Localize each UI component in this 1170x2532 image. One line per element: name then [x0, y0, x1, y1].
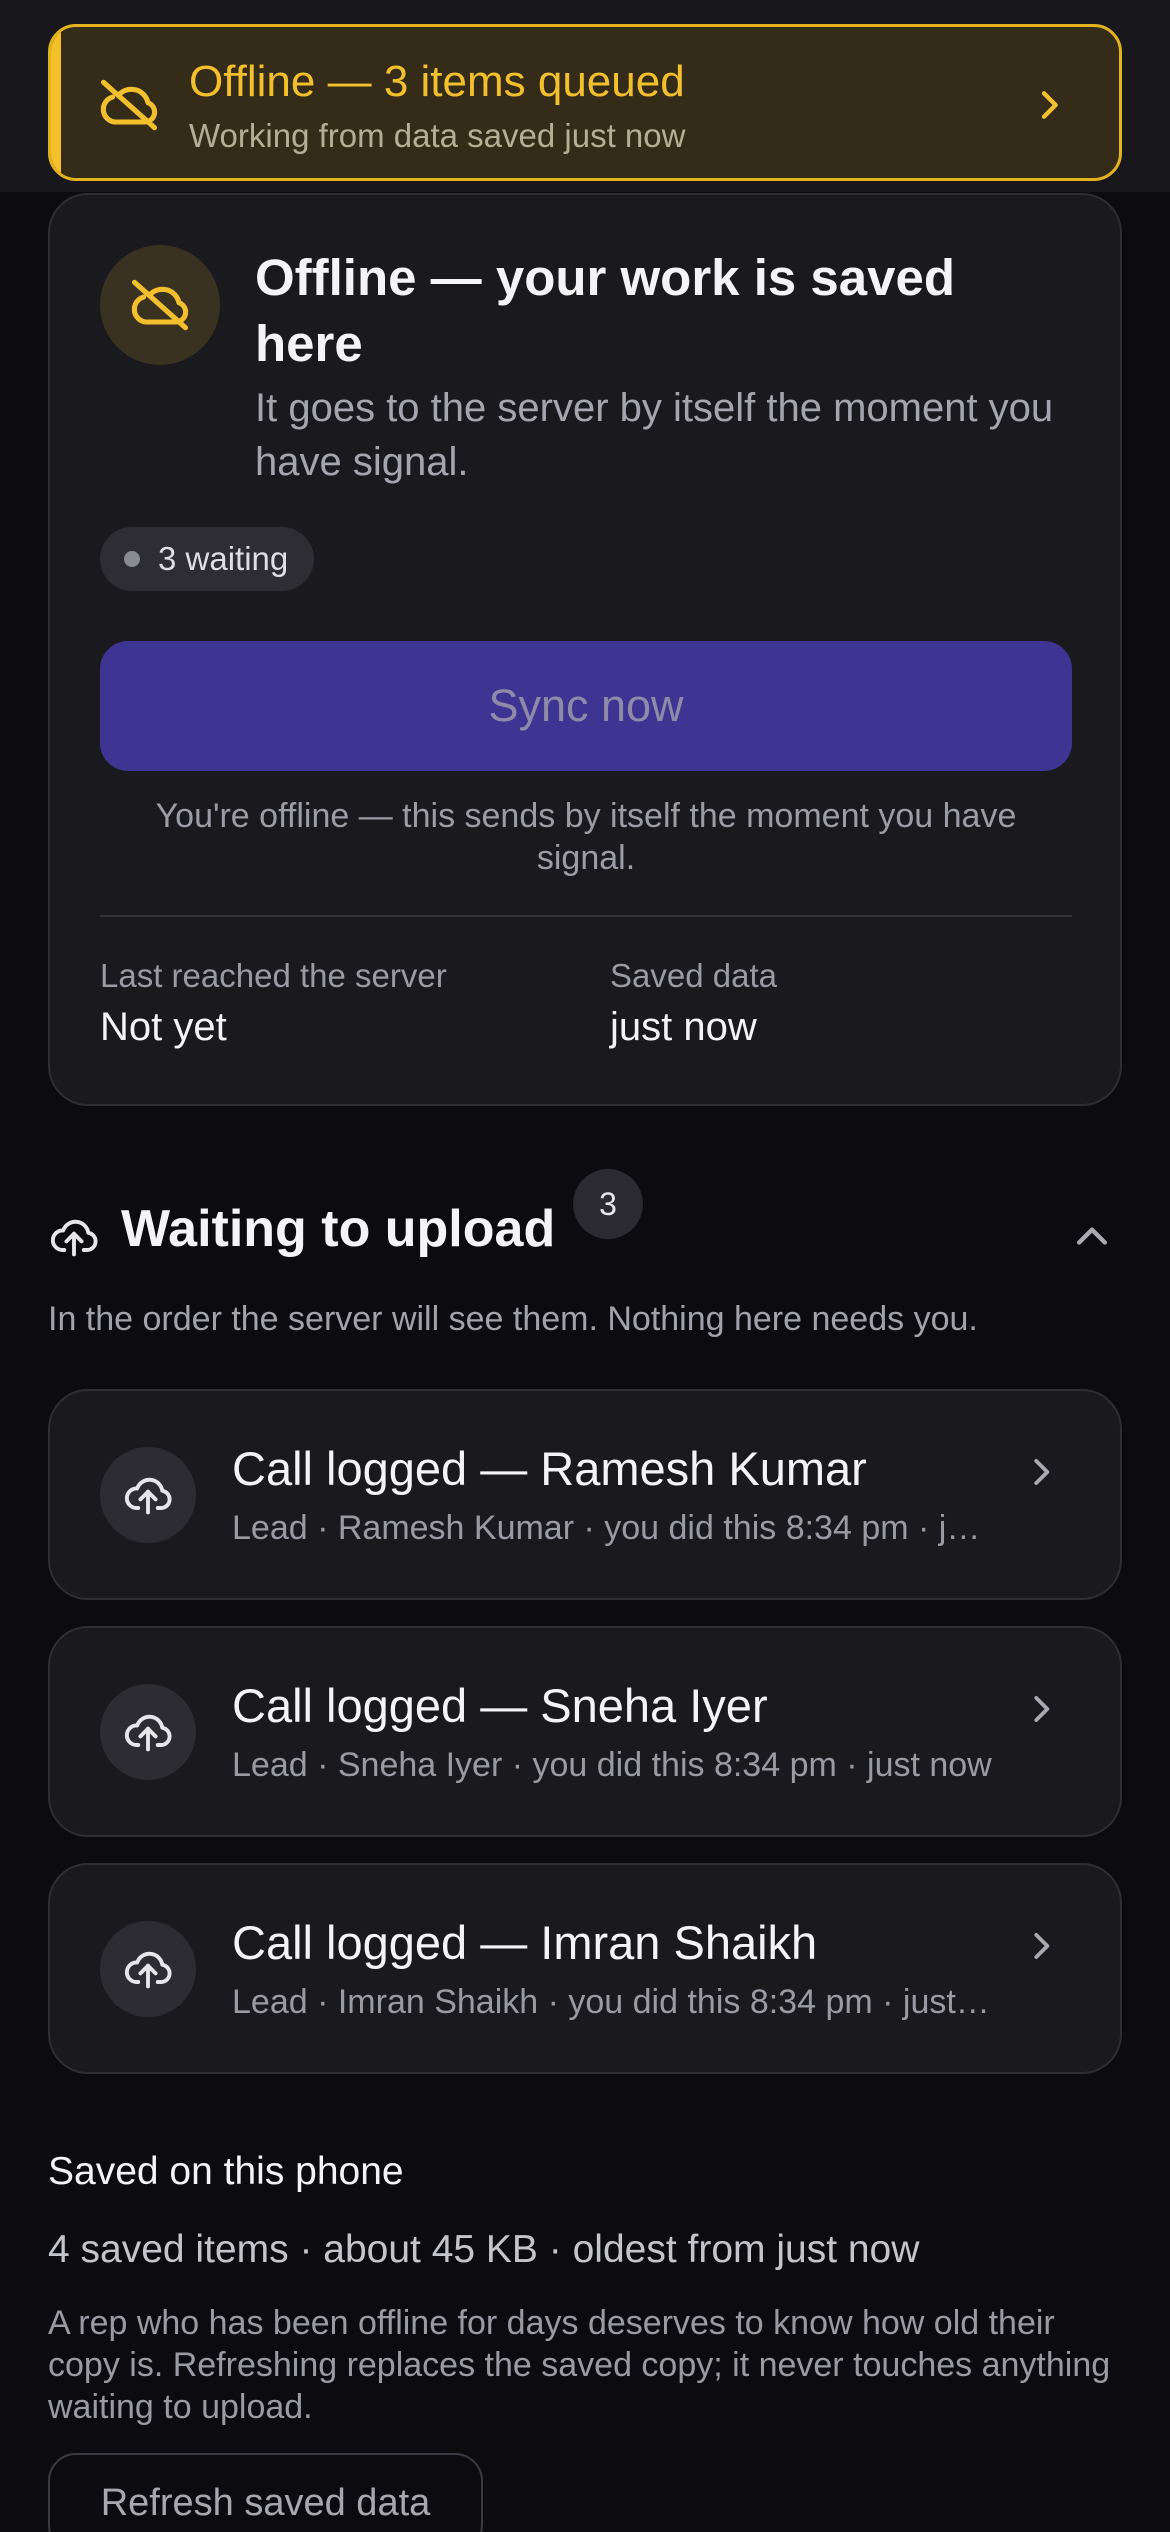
saved-stats: 4 saved items · about 45 KB · oldest fro… [48, 2228, 920, 2271]
banner-subtitle: Working from data saved just now [189, 117, 686, 154]
cloud-upload-icon [124, 1951, 172, 1989]
chevron-right-icon [1034, 1933, 1050, 1959]
last-reached-value: Not yet [100, 1005, 227, 1049]
banner-title: Offline — 3 items queued [189, 57, 685, 106]
saved-note: A rep who has been offline for days dese… [48, 2304, 1111, 2426]
waiting-pill-label: 3 waiting [158, 540, 289, 577]
queue-item[interactable]: Call logged — Sneha Iyer Lead · Sneha Iy… [48, 1626, 1122, 1837]
saved-title: Saved on this phone [48, 2150, 404, 2193]
refresh-saved-data-button[interactable]: Refresh saved data [48, 2453, 483, 2532]
item-title: Call logged — Sneha Iyer [232, 1679, 768, 1732]
queue-title: Waiting to upload [121, 1200, 556, 1258]
chevron-up-icon[interactable] [1070, 1215, 1114, 1259]
sync-hint: You're offline — this sends by itself th… [155, 797, 1017, 877]
item-title: Call logged — Ramesh Kumar [232, 1442, 867, 1495]
cloud-upload-icon [124, 1477, 172, 1515]
status-card: Offline — your work is saved here It goe… [48, 193, 1122, 1106]
chevron-right-icon [1041, 91, 1058, 119]
cloud-upload-icon [124, 1714, 172, 1752]
cloud-upload-icon [50, 1219, 98, 1257]
status-title: Offline — your work is saved here [255, 249, 956, 372]
queue-item[interactable]: Call logged — Ramesh Kumar Lead · Ramesh… [48, 1389, 1122, 1600]
cloud-off-icon [131, 279, 189, 331]
chevron-right-icon [1034, 1459, 1050, 1485]
item-title: Call logged — Imran Shaikh [232, 1916, 818, 1969]
item-icon [100, 1447, 196, 1543]
queue-header[interactable]: Waiting to upload 3 [48, 1169, 1122, 1271]
queue-count-badge: 3 [573, 1169, 643, 1239]
item-subtitle: Lead · Ramesh Kumar · you did this 8:34 … [232, 1509, 992, 1547]
sync-now-button[interactable]: Sync now [100, 641, 1072, 771]
item-subtitle: Lead · Imran Shaikh · you did this 8:34 … [232, 1983, 992, 2021]
cloud-off-icon [100, 79, 158, 131]
item-subtitle: Lead · Sneha Iyer · you did this 8:34 pm… [232, 1746, 992, 1784]
waiting-pill: 3 waiting [100, 527, 315, 591]
status-subtitle: It goes to the server by itself the mome… [255, 386, 1054, 484]
queue-subtitle: In the order the server will see them. N… [48, 1300, 978, 1338]
status-icon [100, 245, 220, 365]
item-icon [100, 1684, 196, 1780]
item-icon [100, 1921, 196, 2017]
queue-item[interactable]: Call logged — Imran Shaikh Lead · Imran … [48, 1863, 1122, 2074]
chevron-right-icon [1034, 1696, 1050, 1722]
offline-banner[interactable]: Offline — 3 items queued Working from da… [48, 24, 1122, 181]
saved-data-label: Saved data [610, 957, 777, 994]
saved-data-value: just now [610, 1005, 757, 1049]
status-dot [124, 551, 140, 567]
last-reached-label: Last reached the server [100, 957, 447, 994]
divider [100, 915, 1072, 917]
